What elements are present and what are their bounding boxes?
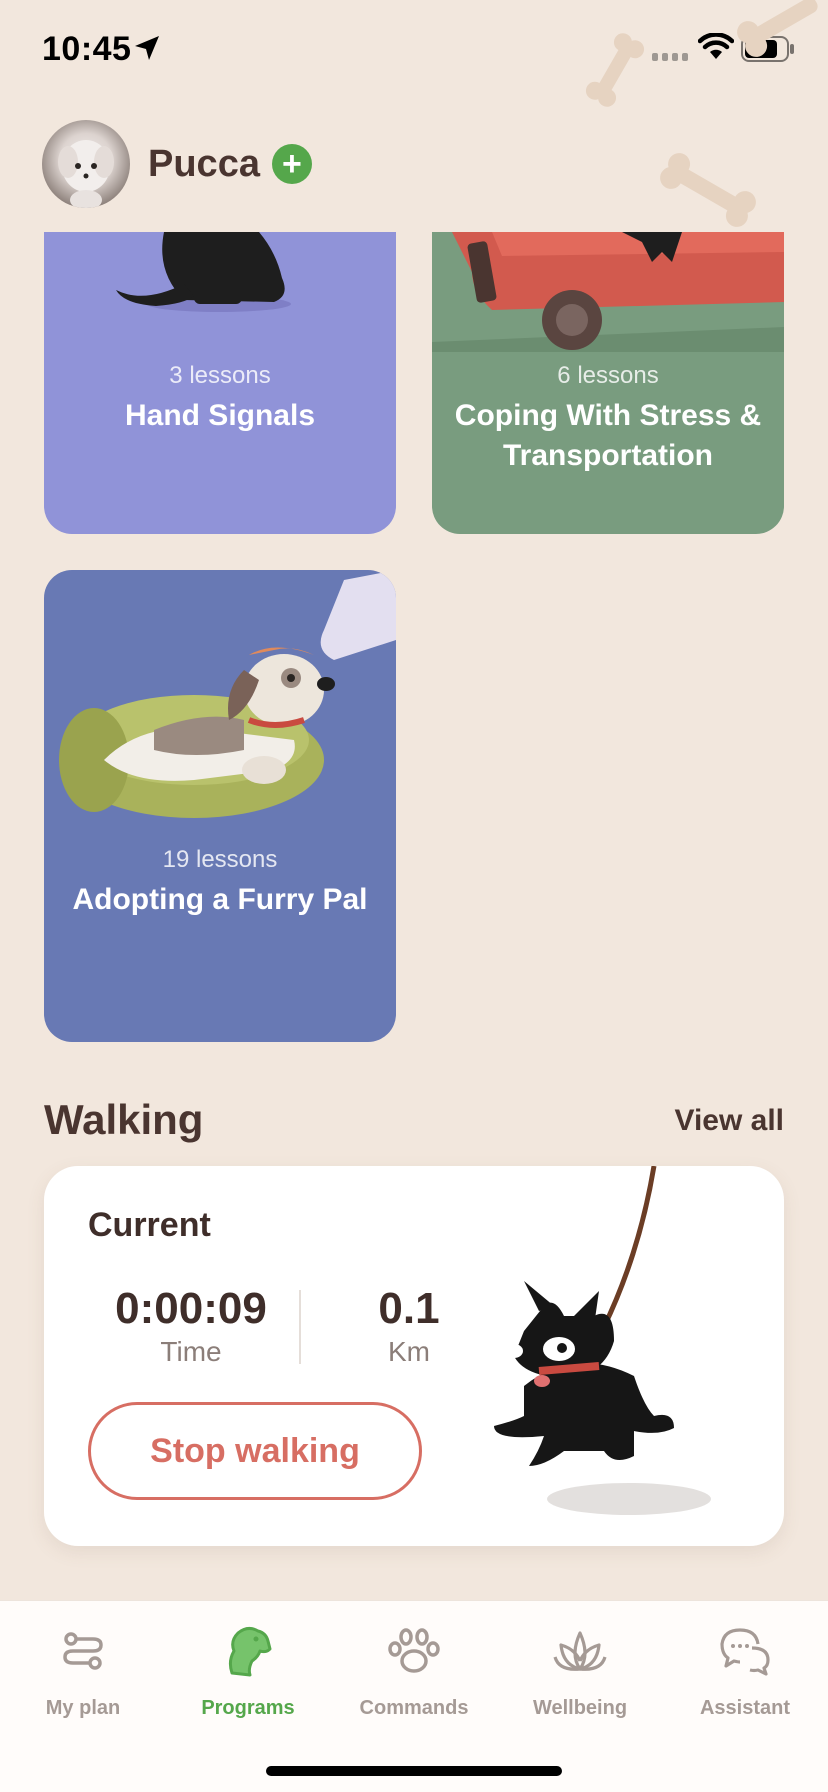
pet-photo [58,140,114,208]
status-time: 10:45 [42,30,132,68]
walking-section-header: Walking View all [44,1096,784,1146]
tab-label: Programs [201,1697,295,1719]
tab-commands[interactable]: Commands [339,1621,489,1720]
chat-bubbles-icon [720,1628,770,1676]
tab-programs[interactable]: Programs [173,1621,323,1720]
lotus-icon [553,1631,607,1671]
program-title: Coping With Stress & Transportation [454,399,762,472]
walk-time-label: Time [160,1336,222,1367]
lesson-count: 3 lessons [169,362,271,389]
tab-label: Commands [359,1697,469,1719]
lesson-count: 6 lessons [557,362,659,389]
view-all-link[interactable]: View all [674,1104,784,1138]
dog-on-leash-illustration [494,1166,711,1515]
home-indicator[interactable] [266,1766,562,1776]
battery-icon [741,36,794,62]
car-illustration [432,232,784,352]
walk-time-stat: 0:00:09 Time [106,1284,276,1368]
program-title: Adopting a Furry Pal [72,883,368,916]
dog-in-bed-illustration [59,570,396,818]
lesson-count: 19 lessons [162,846,278,873]
programs-grid: 3 lessons Hand Signals 6 lessons Coping … [0,232,828,1052]
tab-my-plan[interactable]: My plan [8,1621,158,1720]
section-title: Walking [44,1096,204,1143]
signal-icon [652,53,688,61]
stat-divider [299,1290,301,1364]
program-title: Hand Signals [124,399,316,432]
current-walk-card: Current 0:00:09 Time 0.1 Km Stop walking [44,1166,784,1546]
paw-icon [388,1628,440,1673]
walk-distance-value: 0.1 [378,1284,440,1333]
plus-icon: + [282,145,302,183]
walk-distance-stat: 0.1 Km [364,1284,454,1368]
tab-label: My plan [45,1697,121,1719]
tab-wellbeing[interactable]: Wellbeing [505,1621,655,1720]
tab-label: Assistant [699,1697,791,1719]
pet-profile-header: Pucca + [42,120,312,208]
stop-walking-button[interactable]: Stop walking [88,1402,422,1500]
walk-time-value: 0:00:09 [115,1284,267,1333]
walk-distance-label: Km [388,1336,430,1367]
status-bar: 10:45 [0,0,828,100]
pet-name[interactable]: Pucca [148,143,260,186]
avatar[interactable] [42,120,130,208]
program-card-hand-signals[interactable]: 3 lessons Hand Signals [44,232,396,534]
bottom-tab-bar: My plan Programs Commands Wellbeing Assi… [0,1600,828,1792]
dog-sitting-illustration [116,232,291,312]
tab-label: Wellbeing [532,1697,628,1719]
wifi-icon [698,33,734,59]
current-label: Current [88,1206,211,1244]
program-card-coping-with-stress[interactable]: 6 lessons Coping With Stress & Transport… [432,232,784,534]
add-pet-button[interactable]: + [271,144,312,184]
program-card-adopting-a-furry-pal[interactable]: 19 lessons Adopting a Furry Pal [44,570,396,1042]
route-icon [63,1632,103,1670]
tab-assistant[interactable]: Assistant [670,1621,820,1720]
location-arrow-icon [135,36,159,60]
dog-head-icon [228,1626,272,1677]
